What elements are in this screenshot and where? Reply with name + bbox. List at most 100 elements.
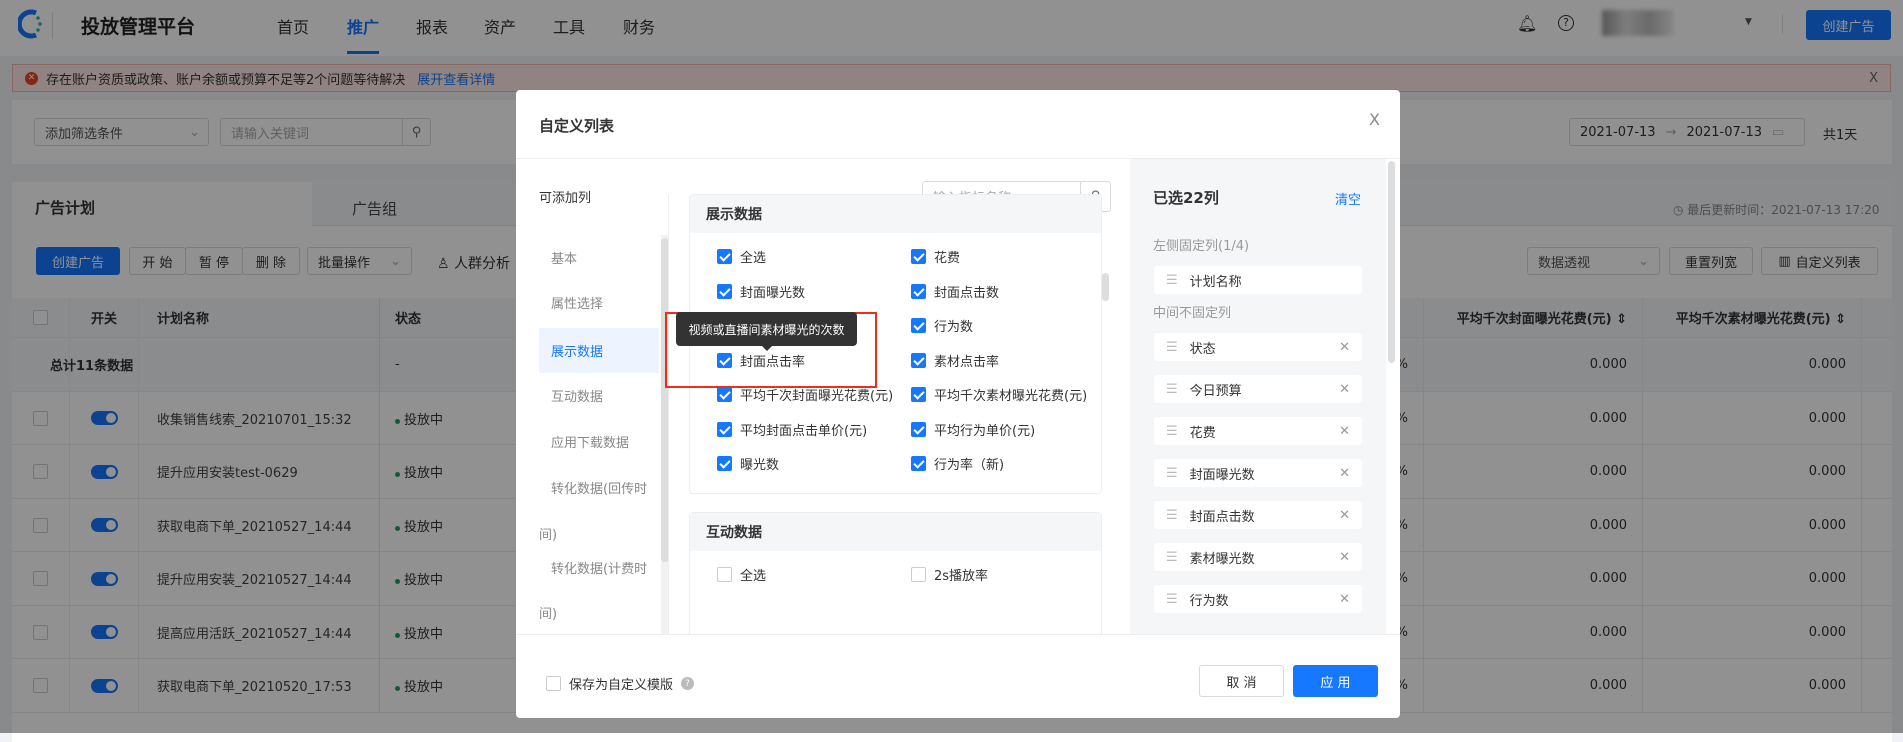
checkbox[interactable] bbox=[911, 567, 926, 582]
checkbox[interactable] bbox=[911, 387, 926, 402]
close-icon[interactable]: X bbox=[1369, 110, 1380, 129]
category-8: 间) bbox=[539, 607, 558, 622]
remove-icon[interactable]: ✕ bbox=[1339, 592, 1350, 607]
category-2[interactable]: 展示数据 bbox=[539, 328, 659, 373]
column-option[interactable]: 花费 bbox=[911, 247, 960, 266]
column-option[interactable]: 行为率（新) bbox=[911, 454, 1004, 473]
cancel-button[interactable]: 取 消 bbox=[1199, 665, 1284, 697]
remove-icon[interactable]: ✕ bbox=[1339, 382, 1350, 397]
drag-handle-icon[interactable]: ☰ bbox=[1166, 466, 1178, 481]
checkbox[interactable] bbox=[911, 421, 926, 437]
checkbox[interactable] bbox=[717, 249, 732, 264]
option-label: 行为率（新) bbox=[934, 458, 1005, 473]
scrollbar-thumb[interactable] bbox=[1388, 161, 1395, 363]
column-option[interactable]: 封面点击数 bbox=[911, 282, 999, 301]
available-columns-label: 可添加列 bbox=[539, 191, 592, 206]
option-label: 全选 bbox=[740, 569, 767, 584]
category-3[interactable]: 互动数据 bbox=[539, 373, 659, 418]
middle-column-item[interactable]: ☰ 状态 ✕ bbox=[1154, 333, 1362, 361]
option-label: 2s播放率 bbox=[934, 569, 989, 584]
checkbox[interactable] bbox=[717, 387, 732, 402]
option-label: 花费 bbox=[934, 251, 961, 266]
middle-column-item[interactable]: ☰ 今日预算 ✕ bbox=[1154, 375, 1362, 403]
scrollbar-thumb[interactable] bbox=[1102, 273, 1109, 301]
category-7[interactable]: 转化数据(计费时 bbox=[539, 545, 659, 590]
checkbox[interactable] bbox=[911, 456, 926, 471]
checkbox[interactable] bbox=[911, 352, 926, 368]
apply-button[interactable]: 应 用 bbox=[1293, 665, 1378, 697]
category-4[interactable]: 应用下载数据 bbox=[539, 419, 659, 464]
option-label: 平均千次素材曝光花费(元) bbox=[934, 389, 1088, 404]
column-name: 状态 bbox=[1189, 341, 1216, 357]
column-option[interactable]: 2s播放率 bbox=[911, 565, 988, 584]
column-option[interactable]: 平均封面点击单价(元) bbox=[717, 420, 867, 439]
checkbox[interactable] bbox=[717, 456, 732, 471]
save-template-label: 保存为自定义模版 bbox=[569, 678, 674, 693]
middle-column-item[interactable]: ☰ 封面点击数 ✕ bbox=[1154, 501, 1362, 529]
column-name: 封面曝光数 bbox=[1189, 467, 1255, 483]
modal-title: 自定义列表 bbox=[539, 117, 615, 135]
column-name: 封面点击数 bbox=[1189, 509, 1255, 525]
custom-columns-modal: 自定义列表 X 可添加列 输入指标名称⚲ 展示数据全选花费封面曝光数封面点击数素… bbox=[516, 90, 1400, 718]
section-title: 互动数据 bbox=[690, 513, 1101, 551]
remove-icon[interactable]: ✕ bbox=[1339, 424, 1350, 439]
column-option[interactable]: 曝光数 bbox=[717, 454, 779, 473]
middle-column-item[interactable]: ☰ 花费 ✕ bbox=[1154, 417, 1362, 445]
clear-button[interactable]: 清空 bbox=[1335, 189, 1361, 208]
checkbox[interactable] bbox=[911, 249, 926, 264]
drag-handle-icon[interactable]: ☰ bbox=[1166, 340, 1178, 355]
column-option[interactable]: 封面曝光数 bbox=[717, 282, 805, 301]
column-name: 今日预算 bbox=[1189, 383, 1242, 399]
checkbox[interactable] bbox=[911, 318, 926, 333]
remove-icon[interactable]: ✕ bbox=[1339, 466, 1350, 481]
middle-column-item[interactable]: ☰ 行为数 ✕ bbox=[1154, 585, 1362, 613]
checkbox[interactable] bbox=[717, 283, 732, 299]
column-option[interactable]: 行为数 bbox=[911, 316, 973, 335]
column-option[interactable]: 全选 bbox=[717, 247, 766, 266]
middle-columns-label: 中间不固定列 bbox=[1153, 306, 1232, 321]
drag-handle-icon[interactable]: ☰ bbox=[1166, 550, 1178, 565]
column-name: 行为数 bbox=[1189, 593, 1229, 609]
save-template-checkbox[interactable]: 保存为自定义模版? bbox=[546, 674, 695, 693]
remove-icon[interactable]: ✕ bbox=[1339, 508, 1350, 523]
drag-handle-icon[interactable]: ☰ bbox=[1166, 424, 1178, 439]
option-label: 平均封面点击单价(元) bbox=[740, 423, 868, 439]
option-label: 曝光数 bbox=[740, 458, 780, 473]
column-option[interactable]: 全选 bbox=[717, 565, 766, 584]
remove-icon[interactable]: ✕ bbox=[1339, 340, 1350, 355]
column-name: 计划名称 bbox=[1189, 274, 1242, 290]
column-option[interactable]: 平均千次素材曝光花费(元) bbox=[911, 385, 1087, 404]
option-label: 平均行为单价(元) bbox=[934, 423, 1036, 439]
selected-count: 已选22列 bbox=[1153, 189, 1219, 207]
category-1[interactable]: 属性选择 bbox=[539, 280, 659, 325]
remove-icon[interactable]: ✕ bbox=[1339, 550, 1350, 565]
checkbox[interactable] bbox=[717, 567, 732, 582]
help-icon[interactable]: ? bbox=[681, 677, 695, 690]
option-label: 全选 bbox=[740, 251, 767, 266]
column-name: 花费 bbox=[1189, 425, 1216, 441]
column-option[interactable]: 平均行为单价(元) bbox=[911, 420, 1035, 439]
column-option[interactable]: 素材点击率 bbox=[911, 351, 999, 370]
column-sections: 展示数据全选花费封面曝光数封面点击数素材曝光数行为数封面点击率素材点击率平均千次… bbox=[668, 194, 1108, 634]
tooltip-arrow bbox=[762, 346, 772, 356]
middle-column-item[interactable]: ☰ 封面曝光数 ✕ bbox=[1154, 459, 1362, 487]
checkbox[interactable] bbox=[546, 676, 561, 691]
tooltip: 视频或直播间素材曝光的次数 bbox=[676, 312, 857, 346]
sections-scrollbar[interactable] bbox=[1102, 273, 1109, 303]
category-5[interactable]: 转化数据(回传时 bbox=[539, 465, 659, 510]
section-title: 展示数据 bbox=[690, 195, 1101, 233]
option-label: 封面点击数 bbox=[934, 285, 1000, 301]
drag-handle-icon[interactable]: ☰ bbox=[1166, 273, 1178, 288]
middle-column-item[interactable]: ☰ 素材曝光数 ✕ bbox=[1154, 543, 1362, 571]
fixed-column-item[interactable]: ☰ 计划名称 bbox=[1154, 266, 1362, 294]
checkbox[interactable] bbox=[911, 283, 926, 299]
fixed-columns-label: 左侧固定列(1/4) bbox=[1153, 239, 1250, 254]
drag-handle-icon[interactable]: ☰ bbox=[1166, 592, 1178, 607]
drag-handle-icon[interactable]: ☰ bbox=[1166, 508, 1178, 523]
checkbox[interactable] bbox=[717, 421, 732, 437]
option-label: 素材点击率 bbox=[934, 354, 1000, 370]
selected-columns-panel: 已选22列 清空 左侧固定列(1/4) ☰ 计划名称 中间不固定列 ☰ 状态 ✕ ☰ 今日… bbox=[1130, 159, 1386, 634]
category-0[interactable]: 基本 bbox=[539, 235, 659, 280]
selected-scrollbar[interactable] bbox=[1388, 161, 1395, 363]
drag-handle-icon[interactable]: ☰ bbox=[1166, 382, 1178, 397]
